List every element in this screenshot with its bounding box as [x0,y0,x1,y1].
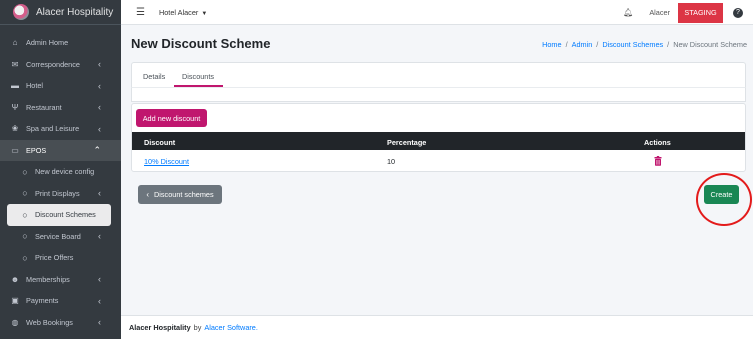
page-title: New Discount Scheme [131,36,271,51]
chevron-left-icon: ‹ [98,188,101,199]
sidebar-item-discount-schemes[interactable]: ○ Discount Schemes [7,204,111,226]
sidebar-item-label: Service Board [35,231,81,241]
chevron-left-icon: ‹ [98,102,101,113]
breadcrumb-discount-schemes[interactable]: Discount Schemes [602,40,663,49]
discount-percentage: 10 [387,157,396,166]
chevron-left-icon: ‹ [98,295,101,306]
bell-icon[interactable]: 🔔︎ [623,8,633,17]
chevron-left-icon: ‹ [98,80,101,91]
sidebar-item-payments[interactable]: ▣ Payments ‹ [0,290,121,312]
breadcrumb-admin[interactable]: Admin [572,40,593,49]
sidebar-item-label: Restaurant [26,102,62,112]
spa-icon: ❀ [11,124,19,134]
caret-down-icon: ▼ [201,10,208,17]
hamburger-menu-icon[interactable]: ☰ [136,7,145,18]
user-name[interactable]: Alacer [649,8,670,17]
utensils-icon: Ψ [11,102,19,112]
footer-by: by [193,323,202,332]
chevron-left-icon: ‹ [98,123,101,134]
sidebar-item-label: EPOS [26,145,47,155]
chevron-left-icon: ‹ [146,190,150,199]
circle-icon: ○ [22,188,28,199]
sidebar-item-web-bookings[interactable]: ◍ Web Bookings ‹ [0,312,121,334]
credit-card-icon: ▭ [11,145,19,155]
circle-icon: ○ [22,166,28,177]
sidebar-item-admin-home[interactable]: ⌂ Admin Home [0,32,121,54]
footer-company: Alacer Hospitality [129,323,191,332]
breadcrumb-separator: / [596,40,599,49]
back-to-discount-schemes-button[interactable]: ‹ Discount schemes [138,185,222,204]
sidebar-item-spa[interactable]: ❀ Spa and Leisure ‹ [0,118,121,140]
tab-content-area [131,87,746,102]
hotel-selector-label: Hotel Alacer [158,7,199,17]
topbar: ☰ Hotel Alacer ▼ 🔔︎ Alacer STAGING ? [121,0,753,25]
back-button-label: Discount schemes [154,190,214,199]
help-icon[interactable]: ? [733,7,743,18]
tabs-card: Details Discounts [131,62,746,87]
sidebar-item-restaurant[interactable]: Ψ Restaurant ‹ [0,97,121,119]
trash-icon[interactable] [654,156,662,166]
footer: Alacer Hospitality by Alacer Software. [121,315,753,339]
chevron-left-icon: ‹ [98,231,101,242]
sidebar-item-label: Correspondence [26,59,80,69]
sidebar-item-hotel[interactable]: ▬ Hotel ‹ [0,75,121,97]
discount-link[interactable]: 10% Discount [144,157,189,166]
chevron-left-icon: ‹ [98,274,101,285]
sidebar-item-label: Discount Schemes [35,210,96,220]
sidebar-item-label: Admin Home [26,38,69,48]
table-row: 10% Discount 10 [132,150,745,172]
chevron-down-icon: ⌃ [93,144,101,155]
sidebar-item-label: Payments [26,296,59,306]
bed-icon: ▬ [11,81,19,91]
brand-name: Alacer Hospitality [36,6,114,18]
breadcrumb-separator: / [667,40,670,49]
envelope-icon: ✉ [11,59,19,69]
sidebar-nav: ⌂ Admin Home ✉ Correspondence ‹ ▬ Hotel … [0,25,121,333]
footer-vendor-link[interactable]: Alacer Software. [204,323,258,332]
home-icon: ⌂ [12,38,18,48]
sidebar-item-service-board[interactable]: ○ Service Board ‹ [0,226,121,248]
main-content: New Discount Scheme Home / Admin / Disco… [121,25,753,315]
sidebar-item-print-displays[interactable]: ○ Print Displays ‹ [0,183,121,205]
circle-icon: ○ [22,209,28,220]
tab-discounts[interactable]: Discounts [182,72,214,81]
sidebar-item-label: Price Offers [35,253,74,263]
sidebar-item-label: Memberships [26,274,70,284]
chevron-left-icon: ‹ [98,59,101,70]
globe-icon: ◍ [11,317,19,327]
sidebar: Alacer Hospitality ⌂ Admin Home ✉ Corres… [0,0,121,339]
sidebar-item-label: Print Displays [35,188,80,198]
column-header-actions: Actions [644,138,671,147]
discounts-card: Add new discount Discount Percentage Act… [131,103,746,172]
sidebar-item-epos[interactable]: ▭ EPOS ⌃ [0,139,121,161]
column-header-percentage: Percentage [387,138,427,147]
breadcrumb-separator: / [565,40,568,49]
sidebar-item-label: New device config [35,167,95,177]
sidebar-item-label: Web Bookings [26,317,73,327]
money-icon: ▣ [11,296,19,306]
sidebar-item-new-device-config[interactable]: ○ New device config [0,161,121,183]
sidebar-item-memberships[interactable]: ☻ Memberships ‹ [0,269,121,291]
circle-icon: ○ [22,231,28,242]
add-new-discount-button[interactable]: Add new discount [136,109,207,127]
topbar-right: 🔔︎ Alacer STAGING ? [623,0,753,25]
breadcrumb-home[interactable]: Home [542,40,561,49]
brand-logo [13,4,29,20]
sidebar-item-correspondence[interactable]: ✉ Correspondence ‹ [0,54,121,76]
column-header-discount: Discount [144,138,176,147]
users-icon: ☻ [10,274,20,284]
table-header: Discount Percentage Actions [132,132,745,150]
sidebar-item-label: Hotel [26,81,44,91]
breadcrumb-current: New Discount Scheme [673,40,747,49]
breadcrumb: Home / Admin / Discount Schemes / New Di… [542,40,747,49]
circle-icon: ○ [22,252,28,263]
tab-details[interactable]: Details [143,72,165,81]
sidebar-item-label: Spa and Leisure [26,124,80,134]
annotation-highlight-circle [696,173,752,226]
environment-badge: STAGING [678,2,723,23]
chevron-left-icon: ‹ [98,317,101,328]
sidebar-item-price-offers[interactable]: ○ Price Offers [0,247,121,269]
brand[interactable]: Alacer Hospitality [0,0,121,25]
hotel-selector[interactable]: Hotel Alacer ▼ [159,8,207,17]
